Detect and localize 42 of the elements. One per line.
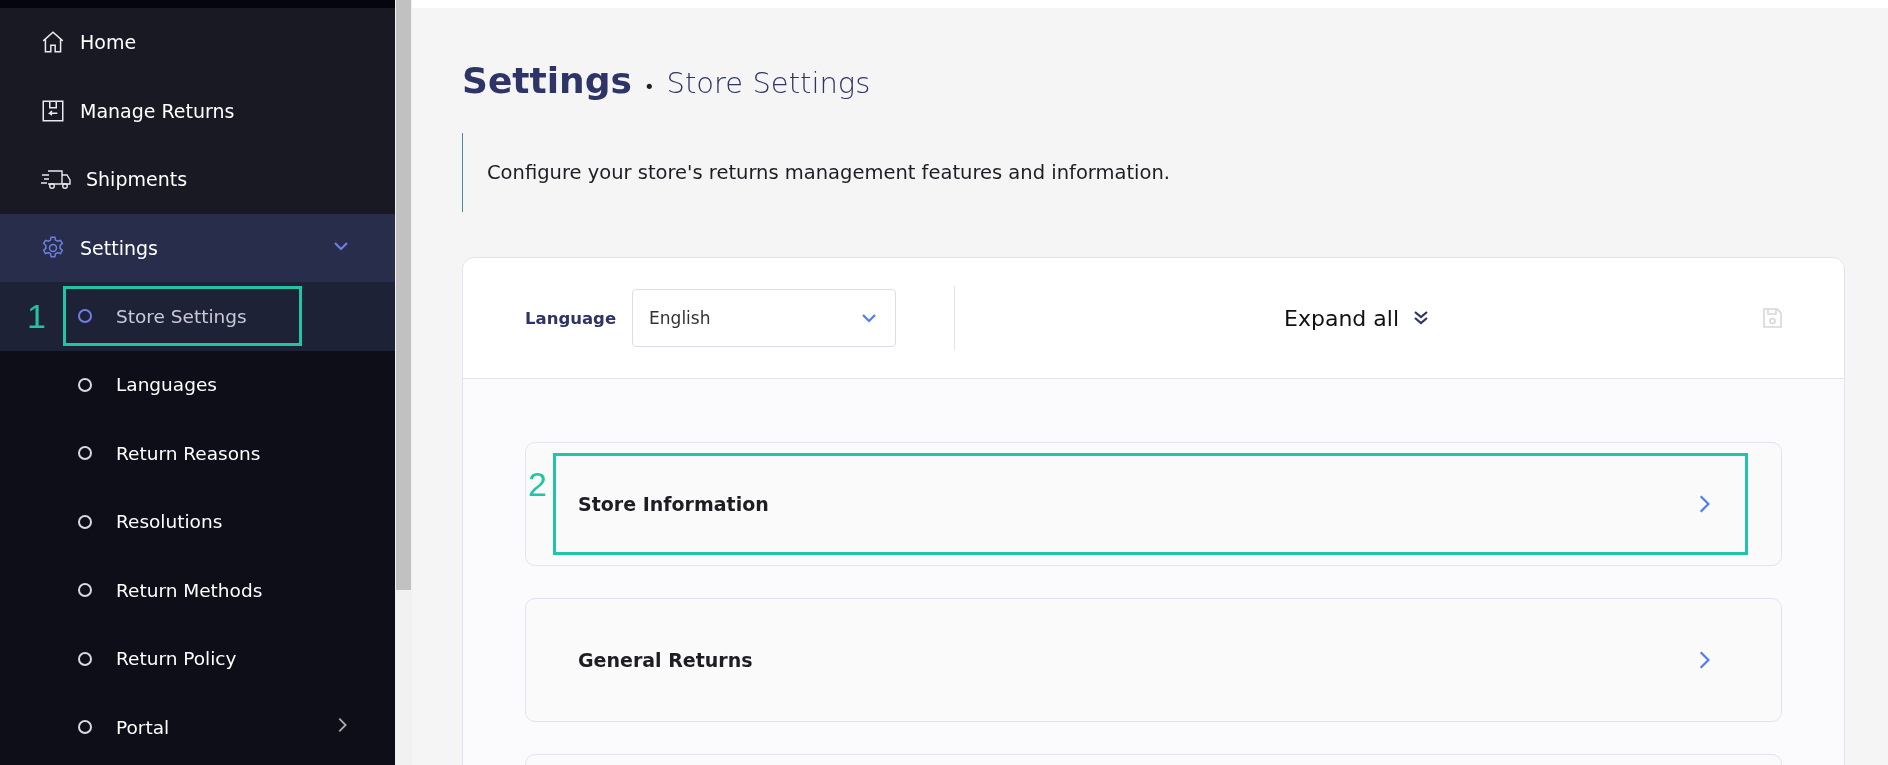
bullet-icon [78,446,92,461]
home-icon [40,29,66,56]
subitem-label: Return Reasons [116,442,261,464]
sidebar-item[interactable]: Manage Returns [0,76,395,145]
page-description: Configure your store's returns management features and information. [462,133,1845,212]
box-return-icon [40,97,66,124]
page-title: Settings [462,60,632,101]
sidebar-subitem[interactable]: Portal [0,693,395,762]
sidebar-subitem[interactable]: Return Policy [0,624,395,693]
bullet-icon [78,514,92,529]
bullet-icon [78,651,92,666]
section-row[interactable]: 2 Store Information [525,442,1782,566]
sidebar-subitem[interactable]: Languages [0,350,395,419]
section-title: Store Information [578,493,769,515]
truck-icon [40,167,72,192]
subitem-label: Resolutions [116,511,223,533]
sidebar-subitem[interactable]: Resolutions [0,487,395,556]
sidebar-subitem[interactable]: 1 Store Settings [0,282,395,351]
language-label: Language [525,308,617,328]
bullet-icon [78,583,92,598]
language-dropdown[interactable]: English [632,289,897,347]
sidebar-subitem[interactable]: Return Methods [0,556,395,625]
sidebar-item[interactable]: Home [0,8,395,77]
section-row[interactable]: General Returns [525,598,1782,722]
scrollbar-thumb[interactable] [396,0,411,590]
subitem-label: Return Methods [116,579,263,601]
subitem-label: Portal [116,716,170,738]
bullet-icon [78,720,92,735]
bullet-icon [78,377,92,392]
bullet-icon [78,309,92,324]
breadcrumb-separator: • [643,76,655,97]
page-subtitle: Store Settings [666,66,871,100]
subitem-label: Return Policy [116,648,237,670]
sidebar-item[interactable]: Settings [0,213,395,282]
expand-all-button[interactable]: Expand all [955,304,1760,332]
annotation-number: 2 [528,465,547,504]
sidebar-subitem[interactable]: Return Reasons [0,419,395,488]
sidebar-item[interactable]: Shipments [0,145,395,214]
section-title: General Returns [578,649,753,671]
subitem-label: Languages [116,374,217,396]
subitem-label: Store Settings [116,305,247,327]
annotation-number: 1 [27,296,46,336]
